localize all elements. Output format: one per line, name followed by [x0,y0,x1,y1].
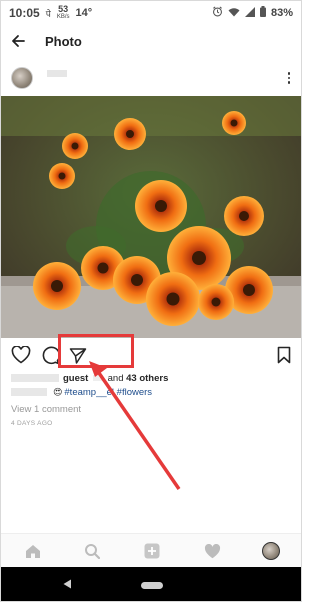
tab-profile[interactable] [261,542,281,560]
likes-line[interactable]: guest and 43 others [11,372,168,384]
liker-username[interactable]: guest [63,373,88,384]
post-header [1,61,301,95]
page-title: Photo [45,33,82,49]
bottom-tab-bar [1,533,301,567]
heart-icon [11,346,31,364]
tab-activity[interactable] [202,542,222,560]
alarm-icon [212,6,223,20]
view-comments-link[interactable]: View 1 comment [11,404,81,415]
home-icon [26,544,40,558]
carrier-icon: पे [45,8,51,19]
caption-hashtags[interactable]: #teamp__el #flowers [64,387,152,398]
profile-avatar [262,542,280,560]
bookmark-icon [277,346,291,364]
network-speed: 53 KB/s [57,5,70,21]
author-username-redacted[interactable] [47,69,67,77]
liker-name-redacted [92,374,103,381]
battery-icon [259,6,266,20]
post-timestamp: 4 DAYS AGO [11,420,53,427]
post-actions [1,342,301,368]
save-button[interactable] [273,344,295,366]
tab-new-post[interactable] [142,542,162,560]
battery-level: 83% [270,7,293,19]
system-navigation-bar [1,567,301,601]
author-avatar[interactable] [11,67,33,89]
add-icon [144,543,160,559]
more-vertical-icon [287,72,291,75]
speed-unit: KB/s [56,14,70,20]
liker-avatars-redacted [11,374,59,382]
arrow-left-icon [12,35,25,47]
more-options-button[interactable] [287,72,291,84]
like-button[interactable] [10,344,32,366]
share-button-highlight [58,334,134,368]
nav-back-icon[interactable] [63,579,72,589]
back-button[interactable] [1,25,35,57]
likes-prefix: and [107,372,127,384]
heart-icon [204,543,220,558]
nav-home-pill[interactable] [141,582,163,589]
caption-line: 😍 #teamp__el #flowers [11,386,152,398]
wifi-icon [228,7,240,20]
tab-home[interactable] [23,542,43,560]
comment-icon [42,346,60,365]
temperature: 14° [75,7,93,19]
heart-eyes-emoji-icon: 😍 [53,386,63,397]
status-time: 10:05 [9,6,40,20]
speed-value: 53 [58,4,69,14]
phone-screen: 10:05 पे 53 KB/s 14° 83% Photo guest and… [0,0,302,602]
likes-count[interactable]: 43 others [126,373,168,384]
status-bar: 10:05 पे 53 KB/s 14° 83% [1,1,301,25]
tab-search[interactable] [82,542,102,560]
post-photo[interactable] [1,96,301,338]
search-icon [85,544,100,559]
flowers-photo [1,96,301,338]
app-bar: Photo [1,25,301,57]
signal-icon [244,6,255,20]
caption-author-redacted [11,388,47,396]
